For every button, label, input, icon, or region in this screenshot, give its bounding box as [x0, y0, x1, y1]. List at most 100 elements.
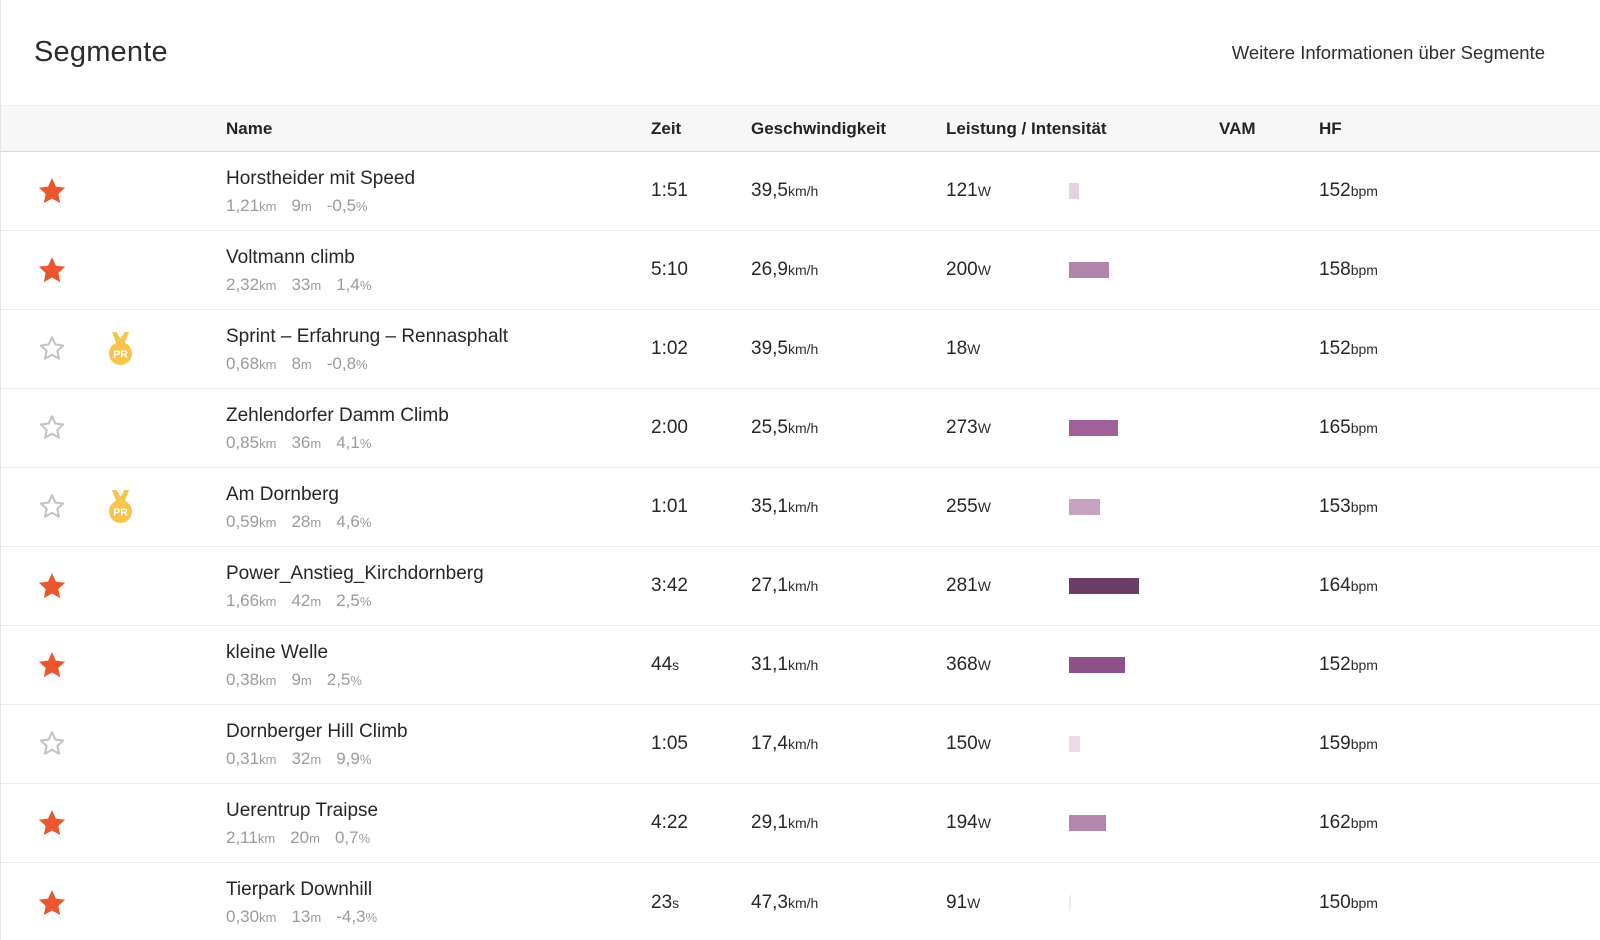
star-filled-icon[interactable]	[37, 571, 67, 601]
star-outline-icon[interactable]	[37, 413, 67, 443]
star-button[interactable]	[1, 729, 86, 759]
intensity-bar	[1069, 736, 1080, 752]
heartrate-value: 158bpm	[1319, 259, 1600, 281]
intensity-bar	[1069, 183, 1079, 199]
name-cell: Dornberger Hill Climb 0,31km32m9,9%	[226, 722, 651, 767]
speed-value: 35,1km/h	[751, 496, 946, 518]
segment-distance: 0,38km	[226, 670, 276, 689]
star-button[interactable]	[1, 888, 86, 918]
pr-medal-icon: PR	[106, 490, 135, 524]
name-cell: kleine Welle 0,38km9m2,5%	[226, 643, 651, 688]
segment-grade: 1,4%	[336, 275, 371, 294]
medal-cell: PR	[86, 174, 226, 208]
star-button[interactable]	[1, 571, 86, 601]
table-row[interactable]: PR kleine Welle 0,38km9m2,5% 44s 31,1km/…	[1, 626, 1600, 705]
medal-cell: PR	[86, 332, 226, 366]
intensity-cell	[1069, 547, 1219, 625]
segment-elevation: 28m	[291, 512, 321, 531]
intensity-cell	[1069, 152, 1219, 230]
intensity-bar	[1069, 815, 1106, 831]
heartrate-value: 162bpm	[1319, 812, 1600, 834]
power-value: 18W	[946, 338, 1069, 360]
star-button[interactable]	[1, 413, 86, 443]
speed-value: 47,3km/h	[751, 892, 946, 914]
star-button[interactable]	[1, 808, 86, 838]
segments-header: Segmente Weitere Informationen über Segm…	[1, 0, 1600, 105]
table-row[interactable]: PR Tierpark Downhill 0,30km13m-4,3% 23s …	[1, 863, 1600, 940]
star-filled-icon[interactable]	[37, 255, 67, 285]
segment-distance: 0,59km	[226, 512, 276, 531]
table-row[interactable]: PR Am Dornberg 0,59km 28m 4,6% 1:01 35,1km…	[1, 468, 1600, 547]
segment-stats: 1,21km9m-0,5%	[226, 197, 651, 214]
table-row[interactable]: PR Zehlendorfer Damm Climb 0,85km36m4,1%…	[1, 389, 1600, 468]
star-outline-icon[interactable]	[37, 729, 67, 759]
page-title: Segmente	[34, 36, 168, 69]
segment-name-link[interactable]: Horstheider mit Speed	[226, 169, 651, 188]
segment-name-link[interactable]: Sprint – Erfahrung – Rennasphalt	[226, 327, 651, 346]
star-outline-icon[interactable]	[37, 334, 67, 364]
power-value: 273W	[946, 417, 1069, 439]
star-filled-icon[interactable]	[37, 888, 67, 918]
speed-value: 25,5km/h	[751, 417, 946, 439]
star-button[interactable]	[1, 255, 86, 285]
segments-panel: Segmente Weitere Informationen über Segm…	[0, 0, 1600, 940]
intensity-cell	[1069, 231, 1219, 309]
segment-name-link[interactable]: Dornberger Hill Climb	[226, 722, 651, 741]
table-row[interactable]: PR Uerentrup Traipse 2,11km20m0,7% 4:22 …	[1, 784, 1600, 863]
star-button[interactable]	[1, 492, 86, 522]
segment-stats: 0,85km36m4,1%	[226, 434, 651, 451]
segment-stats: 0,38km9m2,5%	[226, 671, 651, 688]
star-filled-icon[interactable]	[37, 176, 67, 206]
name-cell: Horstheider mit Speed 1,21km9m-0,5%	[226, 169, 651, 214]
more-info-link[interactable]: Weitere Informationen über Segmente	[1232, 42, 1545, 64]
segment-name-link[interactable]: Power_Anstieg_Kirchdornberg	[226, 564, 651, 583]
heartrate-value: 152bpm	[1319, 654, 1600, 676]
segment-name-link[interactable]: kleine Welle	[226, 643, 651, 662]
table-row[interactable]: PR Horstheider mit Speed 1,21km9m-0,5% 1…	[1, 152, 1600, 231]
table-row[interactable]: PR Power_Anstieg_Kirchdornberg 1,66km42m…	[1, 547, 1600, 626]
column-header-zeit: Zeit	[651, 119, 751, 139]
time-value: 2:00	[651, 417, 751, 439]
time-value: 1:01	[651, 496, 751, 518]
segment-name-link[interactable]: Tierpark Downhill	[226, 880, 651, 899]
segment-grade: 4,6%	[336, 512, 371, 531]
segment-stats: 0,30km13m-4,3%	[226, 908, 651, 925]
segment-grade: 4,1%	[336, 433, 371, 452]
time-value: 23s	[651, 892, 751, 914]
intensity-cell	[1069, 863, 1219, 940]
table-row[interactable]: PR Dornberger Hill Climb 0,31km32m9,9% 1…	[1, 705, 1600, 784]
star-button[interactable]	[1, 176, 86, 206]
table-body: PR Horstheider mit Speed 1,21km9m-0,5% 1…	[1, 152, 1600, 940]
table-row[interactable]: PR Sprint – Erfahrung – Rennasphalt 0,68…	[1, 310, 1600, 389]
intensity-bar	[1069, 895, 1071, 911]
intensity-cell	[1069, 784, 1219, 862]
segment-distance: 2,11km	[226, 828, 275, 847]
star-outline-icon[interactable]	[37, 492, 67, 522]
medal-cell: PR	[86, 490, 226, 524]
medal-cell: PR	[86, 253, 226, 287]
table-row[interactable]: PR Voltmann climb 2,32km33m1,4% 5:10 26,…	[1, 231, 1600, 310]
star-button[interactable]	[1, 650, 86, 680]
time-value: 1:05	[651, 733, 751, 755]
column-header-leistung-intensitaet: Leistung / Intensität	[946, 119, 1219, 139]
star-filled-icon[interactable]	[37, 808, 67, 838]
name-cell: Am Dornberg 0,59km 28m 4,6%	[226, 485, 651, 530]
segment-distance: 1,21km	[226, 196, 276, 215]
segment-distance: 0,85km	[226, 433, 276, 452]
segment-elevation: 42m	[291, 591, 321, 610]
speed-value: 39,5km/h	[751, 180, 946, 202]
name-cell: Tierpark Downhill 0,30km13m-4,3%	[226, 880, 651, 925]
segment-name-link[interactable]: Voltmann climb	[226, 248, 651, 267]
intensity-bar	[1069, 578, 1139, 594]
segment-name-link[interactable]: Am Dornberg	[226, 485, 651, 504]
segment-name-link[interactable]: Zehlendorfer Damm Climb	[226, 406, 651, 425]
star-filled-icon[interactable]	[37, 650, 67, 680]
speed-value: 39,5km/h	[751, 338, 946, 360]
segment-name-link[interactable]: Uerentrup Traipse	[226, 801, 651, 820]
star-button[interactable]	[1, 334, 86, 364]
segment-grade: -4,3%	[336, 907, 377, 926]
heartrate-value: 159bpm	[1319, 733, 1600, 755]
column-header-geschwindigkeit: Geschwindigkeit	[751, 119, 946, 139]
medal-cell: PR	[86, 648, 226, 682]
time-value: 44s	[651, 654, 751, 676]
